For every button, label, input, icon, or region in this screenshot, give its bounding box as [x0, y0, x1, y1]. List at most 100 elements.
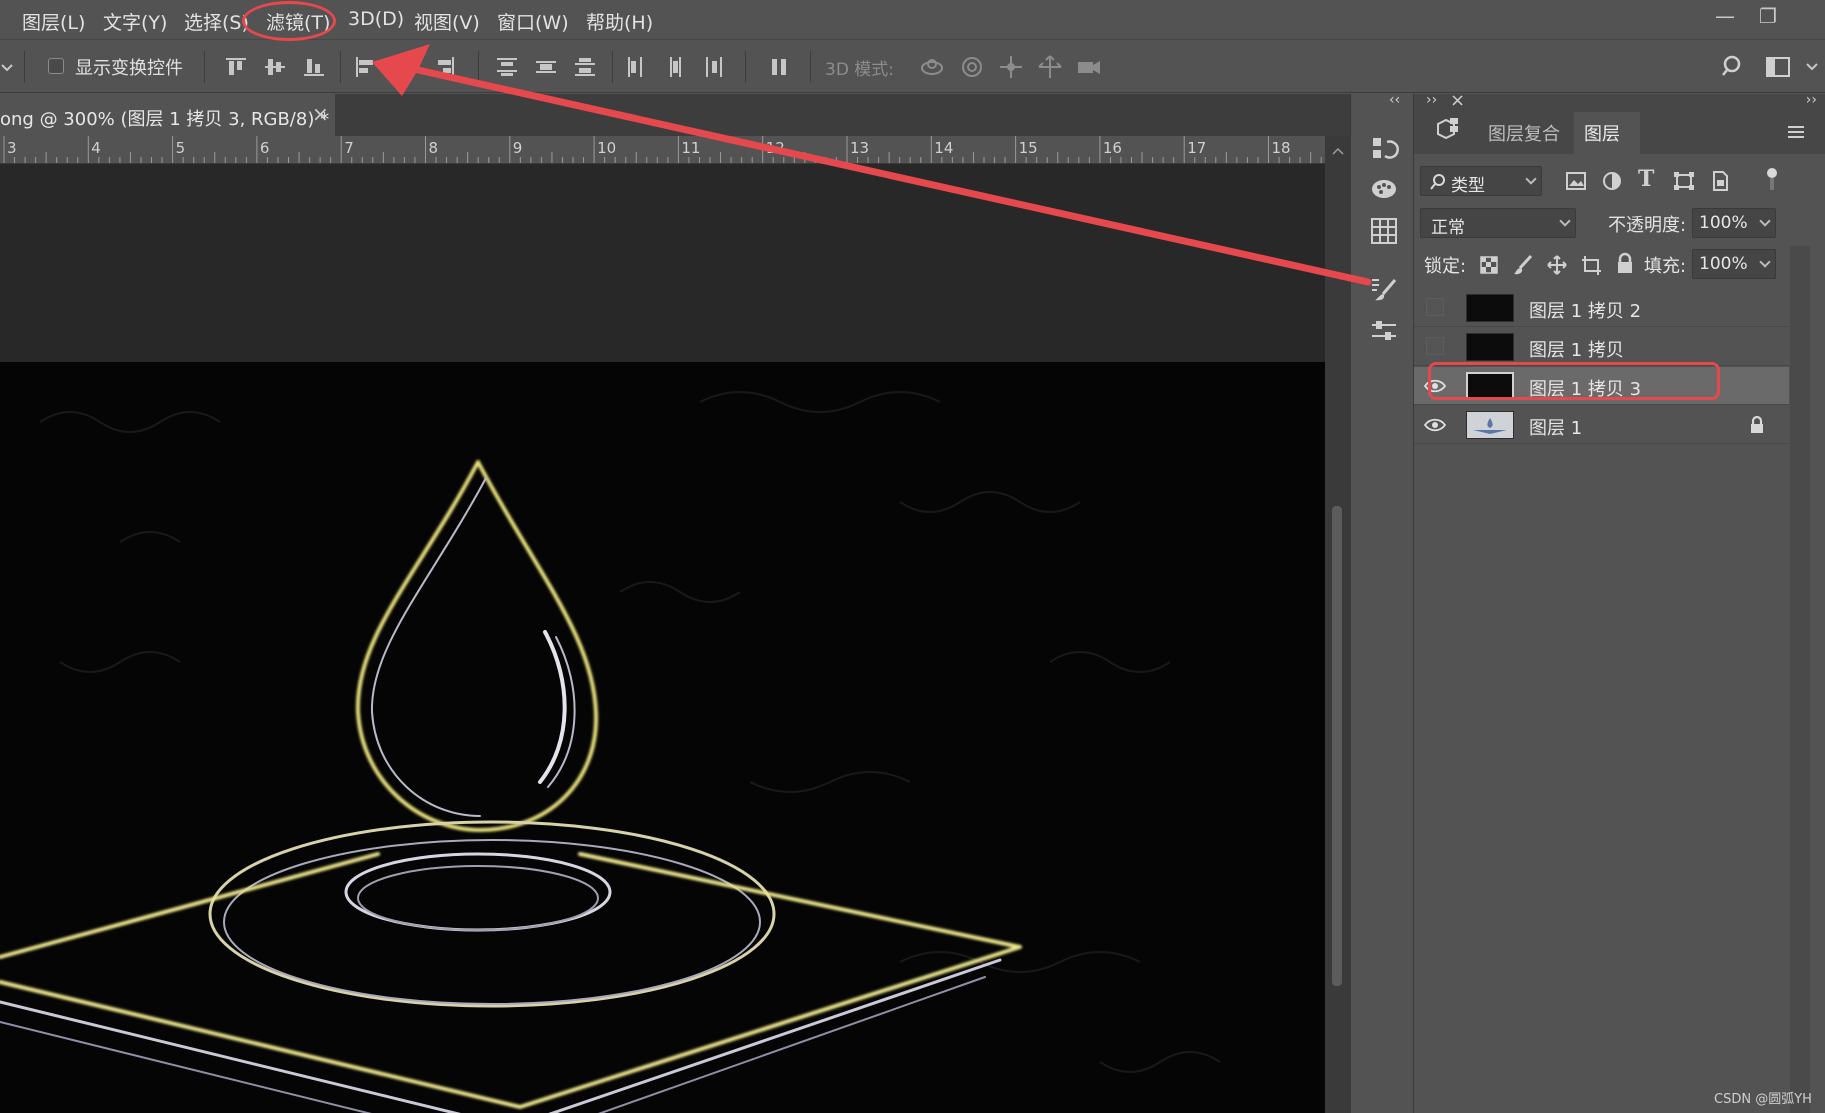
layer-thumbnail — [1466, 411, 1514, 439]
workspace-icon[interactable] — [1764, 53, 1792, 81]
3d-orbit-icon[interactable] — [918, 53, 946, 81]
layer-name: 图层 1 — [1529, 418, 1583, 439]
separator — [24, 51, 25, 83]
lock-artboard-icon[interactable] — [1580, 254, 1602, 276]
layer-thumbnail-art — [1473, 418, 1507, 434]
tool-preset-dropdown-icon[interactable] — [0, 53, 16, 81]
separator — [204, 51, 205, 83]
canvas-vertical-scrollbar[interactable] — [1325, 136, 1350, 1113]
collapse-dock-button[interactable]: ‹‹ — [1389, 92, 1400, 108]
ruler-tick-label: 12 — [765, 139, 785, 157]
lock-position-icon[interactable] — [1546, 254, 1568, 276]
document-tab[interactable]: ong @ 300% (图层 1 拷贝 3, RGB/8) * × — [0, 94, 335, 136]
ruler-tick-label: 5 — [175, 139, 186, 157]
filter-adjustment-layers-icon[interactable] — [1600, 170, 1624, 192]
layer-row[interactable]: 图层 1 拷贝 2 — [1414, 289, 1789, 327]
filter-toggle-icon[interactable] — [1764, 166, 1780, 194]
separator — [612, 51, 613, 83]
lock-all-icon[interactable] — [1614, 252, 1636, 276]
ruler-tick-label: 8 — [428, 139, 439, 157]
scroll-up-arrow-icon[interactable] — [1331, 146, 1345, 156]
menu-help[interactable]: 帮助(H) — [586, 8, 653, 35]
distribute-bottom-icon[interactable] — [571, 53, 599, 81]
lock-image-pixels-icon[interactable] — [1512, 254, 1534, 276]
menu-select[interactable]: 选择(S) — [184, 8, 249, 35]
3d-panel-icon[interactable] — [1432, 114, 1462, 144]
3d-roll-icon[interactable] — [958, 53, 986, 81]
align-top-icon[interactable] — [222, 53, 250, 81]
menu-3d[interactable]: 3D(D) — [348, 8, 404, 30]
layers-panel-scrollbar[interactable] — [1790, 246, 1810, 1113]
lock-label: 锁定: — [1424, 256, 1467, 277]
blend-mode-value: 正常 — [1431, 218, 1465, 238]
color-palette-icon[interactable] — [1369, 174, 1399, 204]
expand-dock-button[interactable]: ›› — [1426, 92, 1437, 108]
show-transform-label: 显示变换控件 — [75, 58, 183, 79]
lock-icon — [1751, 415, 1763, 433]
tab-layer-comps[interactable]: 图层复合 — [1488, 120, 1560, 146]
ruler-tick-label: 14 — [934, 139, 954, 157]
filter-smart-objects-icon[interactable] — [1708, 170, 1732, 192]
opacity-label: 不透明度: — [1608, 215, 1687, 236]
swatches-grid-icon[interactable] — [1369, 216, 1399, 246]
ruler-ticks — [3, 136, 1322, 163]
brush-settings-icon[interactable] — [1369, 274, 1399, 304]
history-icon[interactable] — [1369, 134, 1399, 164]
close-panel-button[interactable]: × — [1450, 90, 1465, 111]
close-icon[interactable]: × — [312, 102, 329, 126]
layer-thumbnail — [1466, 333, 1514, 361]
visibility-toggle-hidden[interactable] — [1426, 337, 1444, 355]
properties-sliders-icon[interactable] — [1369, 316, 1399, 346]
options-bar: 显示变换控件 3D 模式: — [0, 41, 1825, 93]
blend-mode-select[interactable]: 正常 — [1420, 208, 1576, 238]
filter-menu-highlight-circle — [242, 1, 336, 41]
visibility-toggle-hidden[interactable] — [1426, 298, 1444, 316]
search-icon — [1430, 174, 1445, 190]
scrollbar-thumb[interactable] — [1332, 506, 1342, 986]
layer-row[interactable]: 图层 1 拷贝 — [1414, 328, 1789, 366]
3d-slide-icon[interactable] — [1036, 53, 1064, 81]
watermark: CSDN @圆弧YH — [1714, 1092, 1812, 1107]
eye-icon[interactable] — [1424, 415, 1446, 435]
filter-shape-layers-icon[interactable] — [1672, 170, 1696, 192]
lock-transparent-pixels-icon[interactable] — [1478, 254, 1500, 276]
align-right-icon[interactable] — [430, 53, 458, 81]
menu-view[interactable]: 视图(V) — [414, 8, 480, 35]
layer-row[interactable]: 图层 1 — [1414, 406, 1789, 444]
tab-layers[interactable]: 图层 — [1574, 112, 1640, 154]
distribute-left-icon[interactable] — [622, 53, 650, 81]
minimize-button[interactable]: — — [1715, 4, 1735, 28]
ruler-tick-label: 6 — [259, 139, 270, 157]
panel-dock-strip: ‹‹ — [1350, 92, 1414, 1113]
separator — [810, 51, 811, 83]
align-left-icon[interactable] — [352, 53, 380, 81]
3d-camera-icon[interactable] — [1075, 53, 1103, 81]
distribute-spacing-icon[interactable] — [765, 53, 793, 81]
filter-pixel-layers-icon[interactable] — [1564, 170, 1588, 192]
layer-filter-select[interactable]: 类型 — [1420, 166, 1542, 196]
collapse-panels-button[interactable]: ›› — [1806, 92, 1817, 108]
chevron-down-icon[interactable] — [1805, 61, 1819, 73]
ruler-tick-label: 13 — [850, 139, 870, 157]
3d-pan-icon[interactable] — [997, 53, 1025, 81]
distribute-vcenter-icon[interactable] — [532, 53, 560, 81]
show-transform-checkbox[interactable] — [48, 58, 64, 74]
align-bottom-icon[interactable] — [300, 53, 328, 81]
panel-menu-icon[interactable] — [1786, 124, 1806, 140]
align-vertical-center-icon[interactable] — [261, 53, 289, 81]
horizontal-ruler: 3 4 5 6 7 8 9 10 11 12 13 14 15 16 17 18 — [0, 136, 1325, 164]
opacity-input[interactable]: 100% — [1692, 208, 1776, 238]
distribute-right-icon[interactable] — [700, 53, 728, 81]
restore-button[interactable]: ❐ — [1759, 4, 1777, 28]
fill-input[interactable]: 100% — [1692, 249, 1776, 279]
menu-layer[interactable]: 图层(L) — [22, 8, 85, 35]
canvas-area[interactable] — [0, 164, 1325, 1113]
filter-type-layers-icon[interactable]: T — [1638, 166, 1654, 192]
menu-type[interactable]: 文字(Y) — [103, 8, 167, 35]
distribute-hcenter-icon[interactable] — [661, 53, 689, 81]
distribute-top-icon[interactable] — [493, 53, 521, 81]
menu-window[interactable]: 窗口(W) — [497, 8, 569, 35]
layer-filter-value: 类型 — [1451, 176, 1485, 196]
ruler-tick-label: 11 — [681, 139, 701, 157]
search-icon[interactable] — [1720, 53, 1748, 81]
